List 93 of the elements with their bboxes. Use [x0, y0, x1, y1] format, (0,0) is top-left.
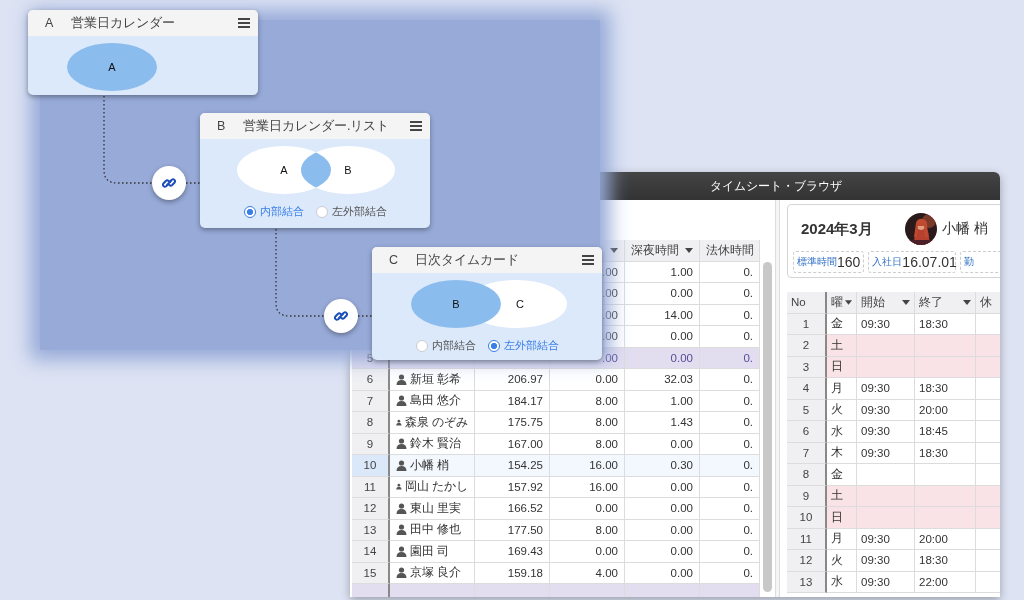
node-letter: C	[389, 253, 400, 267]
employee-name: 園田 司	[410, 543, 450, 559]
table-cell: 206.97	[475, 369, 550, 391]
table-cell: 水	[827, 421, 857, 443]
row-number: 10	[352, 455, 390, 477]
employee-name: 島田 悠介	[410, 393, 462, 409]
row-number: 10	[787, 507, 827, 529]
stat-value: 16.07.01	[902, 254, 957, 270]
row-number: 1	[787, 313, 827, 335]
employee-name: 田中 修也	[410, 522, 462, 538]
set-label: C	[516, 298, 524, 310]
employee-name: 小幡 梢	[942, 220, 988, 238]
table-cell: 0.	[700, 412, 760, 434]
table-cell: 166.52	[475, 498, 550, 520]
row-number: 9	[787, 485, 827, 507]
table-cell: 32.03	[625, 369, 700, 391]
row-number: 15	[352, 562, 390, 584]
set-label: B	[452, 298, 460, 310]
employee-name: 小幡 梢	[410, 457, 450, 473]
table-cell: 8.00	[550, 412, 625, 434]
table-cell: 0.	[700, 498, 760, 520]
table-cell: 水	[827, 571, 857, 593]
table-cell: 0.00	[625, 347, 700, 369]
row-number: 5	[787, 399, 827, 421]
table-cell: 火	[827, 550, 857, 572]
row-number: 11	[352, 476, 390, 498]
table-cell: 月	[827, 378, 857, 400]
table-cell: 1.43	[625, 412, 700, 434]
table-cell: 09:30	[857, 550, 915, 572]
table-cell: 0.	[700, 541, 760, 563]
table-cell: 土	[827, 335, 857, 357]
row-number: 13	[787, 571, 827, 593]
row-number: 3	[787, 356, 827, 378]
row-number: 8	[787, 464, 827, 486]
table-cell: 0.00	[550, 498, 625, 520]
employee-name: 鈴木 賢治	[410, 436, 462, 452]
table-cell: 0.00	[550, 541, 625, 563]
table-cell: 16.00	[550, 455, 625, 477]
table-cell: 金	[827, 464, 857, 486]
table-cell: 0.	[700, 369, 760, 391]
node-title: 営業日カレンダー.リスト	[243, 117, 391, 135]
row-number: 11	[787, 528, 827, 550]
node-letter: A	[45, 16, 55, 30]
row-number: 2	[787, 335, 827, 357]
table-cell: 0.00	[625, 283, 700, 305]
table-cell: 0.	[700, 455, 760, 477]
row-number: 13	[352, 519, 390, 541]
node-letter: B	[217, 119, 227, 133]
set-label: B	[344, 164, 352, 176]
node-title: 日次タイムカード	[415, 251, 520, 269]
employee-name: 東山 里実	[410, 500, 462, 516]
window-title: タイムシート・ブラウザ	[710, 177, 842, 195]
table-cell: 18:30	[915, 378, 976, 400]
row-number: 6	[787, 421, 827, 443]
table-cell: 09:30	[857, 378, 915, 400]
table-cell: 22:00	[915, 571, 976, 593]
employee-name: 岡山 たかし	[404, 479, 468, 495]
table-cell: 0.00	[550, 369, 625, 391]
table-cell: 175.75	[475, 412, 550, 434]
employee-name: 京塚 良介	[410, 565, 462, 581]
table-cell: 09:30	[857, 571, 915, 593]
row-number: 7	[787, 442, 827, 464]
stat-value: 160	[837, 254, 861, 270]
row-number: 7	[352, 390, 390, 412]
stat-label: 入社日	[872, 255, 903, 269]
set-label: A	[280, 164, 288, 176]
table-cell: 0.00	[625, 326, 700, 348]
table-cell: 0.	[700, 326, 760, 348]
row-number: 12	[787, 550, 827, 572]
row-number: 14	[352, 541, 390, 563]
table-cell: 18:45	[915, 421, 976, 443]
table-cell: 0.00	[625, 541, 700, 563]
table-cell: 154.25	[475, 455, 550, 477]
table-cell: 日	[827, 507, 857, 529]
stat-label: 勤	[964, 255, 975, 269]
table-cell: 0.30	[625, 455, 700, 477]
node-title: 営業日カレンダー	[71, 14, 176, 32]
row-number: 8	[352, 412, 390, 434]
table-cell: 0.	[700, 283, 760, 305]
table-cell: 0.00	[625, 498, 700, 520]
employee-name: 新垣 彰希	[410, 371, 462, 387]
table-cell: 09:30	[857, 421, 915, 443]
table-cell: 0.	[700, 347, 760, 369]
row-number: 4	[787, 378, 827, 400]
row-number: 6	[352, 369, 390, 391]
row-number: 12	[352, 498, 390, 520]
employee-name: 森泉 のぞみ	[404, 414, 468, 430]
row-number: 9	[352, 433, 390, 455]
table-cell: 18:30	[915, 550, 976, 572]
set-label: A	[108, 61, 116, 73]
table-cell: 169.43	[475, 541, 550, 563]
stat-label: 標準時間	[797, 255, 837, 269]
month-label: 2024年3月	[801, 219, 874, 239]
